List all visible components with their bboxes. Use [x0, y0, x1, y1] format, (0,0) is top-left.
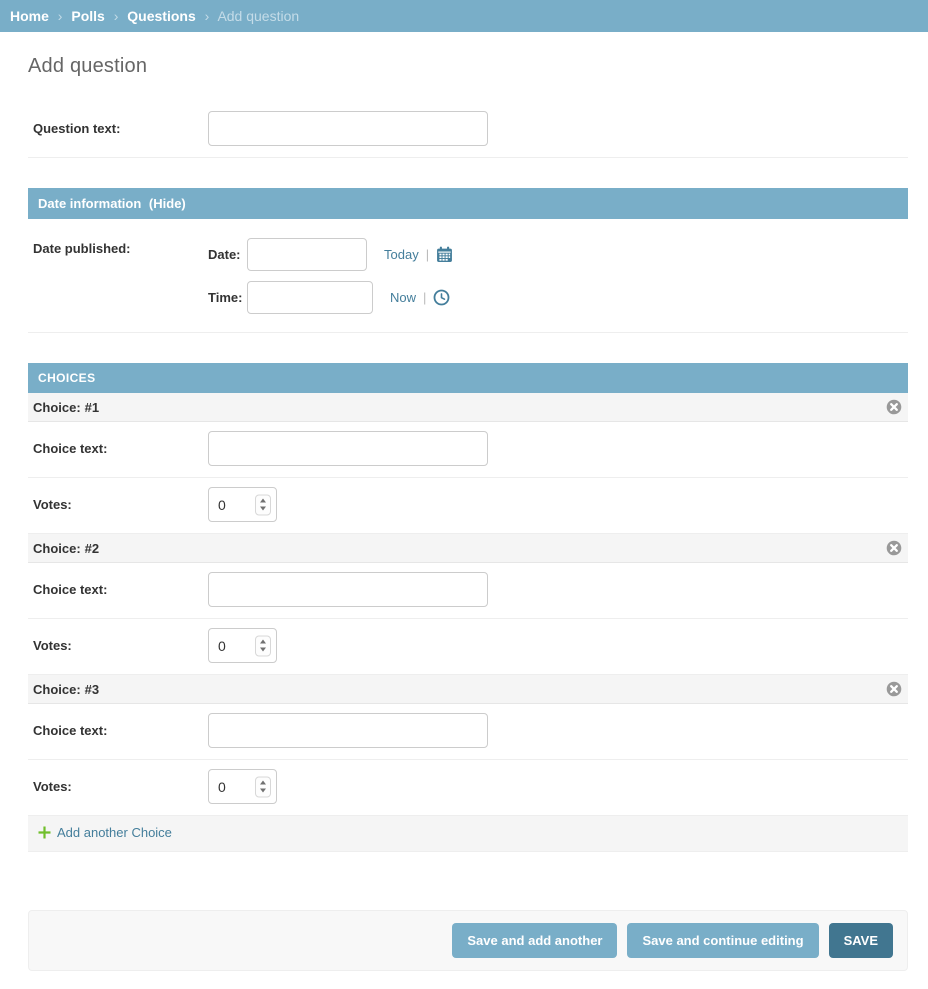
- calendar-icon-glyph: [436, 246, 453, 263]
- collapse-toggle-link[interactable]: (Hide): [149, 196, 186, 211]
- votes-stepper: [255, 494, 271, 515]
- calendar-icon[interactable]: [436, 246, 453, 263]
- add-another-choice-link[interactable]: Add another Choice: [38, 825, 172, 840]
- delete-choice-icon[interactable]: [886, 540, 902, 556]
- votes-stepper: [255, 776, 271, 797]
- now-link[interactable]: Now: [390, 290, 416, 305]
- stepper-up-icon[interactable]: [260, 499, 266, 503]
- question-text-row: Question text:: [28, 102, 908, 158]
- choice-inline-item: Choice: #3 Choice text: Votes:: [28, 675, 908, 816]
- votes-label: Votes:: [33, 487, 208, 512]
- shortcut-separator: |: [423, 290, 426, 305]
- choice-title-number: #2: [85, 541, 99, 556]
- clock-icon-glyph: [433, 289, 450, 306]
- clock-icon[interactable]: [433, 289, 450, 306]
- save-button[interactable]: SAVE: [829, 923, 893, 958]
- stepper-down-icon[interactable]: [260, 789, 266, 793]
- choice-inline-item: Choice: #2 Choice text: Votes:: [28, 534, 908, 675]
- choice-1-title: Choice: #1: [33, 400, 99, 415]
- choice-3-text-input[interactable]: [208, 713, 488, 748]
- choice-title-prefix: Choice:: [33, 400, 81, 415]
- circle-x-glyph: [886, 540, 902, 556]
- date-line: Date: Today |: [208, 238, 453, 271]
- choice-2-text-input[interactable]: [208, 572, 488, 607]
- plus-icon: [38, 826, 51, 839]
- breadcrumb-separator: ›: [58, 8, 63, 24]
- choice-text-row: Choice text:: [28, 422, 908, 478]
- date-published-label: Date published:: [33, 233, 208, 256]
- choices-module: CHOICES Choice:#1 Choice text: Vote: [28, 363, 908, 852]
- time-input[interactable]: [247, 281, 373, 314]
- date-shortcuts: Today |: [384, 246, 453, 263]
- circle-x-glyph: [886, 681, 902, 697]
- time-shortcuts: Now |: [390, 289, 450, 306]
- today-link[interactable]: Today: [384, 247, 419, 262]
- breadcrumb-questions[interactable]: Questions: [127, 8, 195, 24]
- time-line: Time: Now |: [208, 281, 453, 314]
- add-another-choice-label: Add another Choice: [57, 825, 172, 840]
- submit-row: Save and add another Save and continue e…: [28, 910, 908, 971]
- choice-text-row: Choice text:: [28, 704, 908, 760]
- date-information-title: Date information: [38, 196, 141, 211]
- votes-row: Votes:: [28, 478, 908, 534]
- save-and-add-another-button[interactable]: Save and add another: [452, 923, 617, 958]
- votes-field: [208, 487, 277, 522]
- choice-text-label: Choice text:: [33, 572, 208, 597]
- votes-row: Votes:: [28, 619, 908, 675]
- date-information-header: Date information (Hide): [28, 188, 908, 219]
- stepper-down-icon[interactable]: [260, 648, 266, 652]
- choice-title-prefix: Choice:: [33, 541, 81, 556]
- votes-field: [208, 769, 277, 804]
- choice-1-text-input[interactable]: [208, 431, 488, 466]
- shortcut-separator: |: [426, 247, 429, 262]
- choice-title-number: #3: [85, 682, 99, 697]
- choice-2-title: Choice: #2: [33, 541, 99, 556]
- add-row: Add another Choice: [28, 816, 908, 852]
- page-title: Add question: [28, 55, 908, 78]
- choice-3-title: Choice: #3: [33, 682, 99, 697]
- date-information-module: Date information (Hide) Date published: …: [28, 188, 908, 333]
- save-and-continue-button[interactable]: Save and continue editing: [627, 923, 818, 958]
- question-text-label: Question text:: [33, 111, 208, 136]
- votes-row: Votes:: [28, 760, 908, 816]
- breadcrumb-polls[interactable]: Polls: [71, 8, 104, 24]
- stepper-up-icon[interactable]: [260, 781, 266, 785]
- breadcrumb-separator: ›: [114, 8, 119, 24]
- stepper-down-icon[interactable]: [260, 507, 266, 511]
- votes-label: Votes:: [33, 769, 208, 794]
- votes-label: Votes:: [33, 628, 208, 653]
- choice-text-row: Choice text:: [28, 563, 908, 619]
- delete-choice-icon[interactable]: [886, 399, 902, 415]
- date-published-row: Date published: Date: Today |: [28, 219, 908, 333]
- breadcrumb-separator: ›: [205, 8, 210, 24]
- datetime-block: Date: Today |: [208, 233, 453, 314]
- question-module: Question text:: [28, 102, 908, 158]
- choice-text-label: Choice text:: [33, 713, 208, 738]
- circle-x-glyph: [886, 399, 902, 415]
- breadcrumb-home[interactable]: Home: [10, 8, 49, 24]
- content-area: Add question Question text: Date informa…: [0, 32, 928, 971]
- breadcrumb: Home › Polls › Questions › Add question: [0, 0, 928, 32]
- choice-2-header: Choice: #2: [28, 534, 908, 563]
- votes-field: [208, 628, 277, 663]
- choice-title-number: #1: [85, 400, 99, 415]
- time-sub-label: Time:: [208, 290, 247, 305]
- choice-text-label: Choice text:: [33, 431, 208, 456]
- stepper-up-icon[interactable]: [260, 640, 266, 644]
- date-input[interactable]: [247, 238, 367, 271]
- choice-inline-item: Choice: #1 Choice text: Votes:: [28, 393, 908, 534]
- votes-stepper: [255, 635, 271, 656]
- date-sub-label: Date:: [208, 247, 247, 262]
- choice-1-header: Choice: #1: [28, 393, 908, 422]
- choice-3-header: Choice: #3: [28, 675, 908, 704]
- delete-choice-icon[interactable]: [886, 681, 902, 697]
- choice-title-prefix: Choice:: [33, 682, 81, 697]
- choices-header: CHOICES: [28, 363, 908, 393]
- breadcrumb-current: Add question: [217, 8, 299, 24]
- question-text-input[interactable]: [208, 111, 488, 146]
